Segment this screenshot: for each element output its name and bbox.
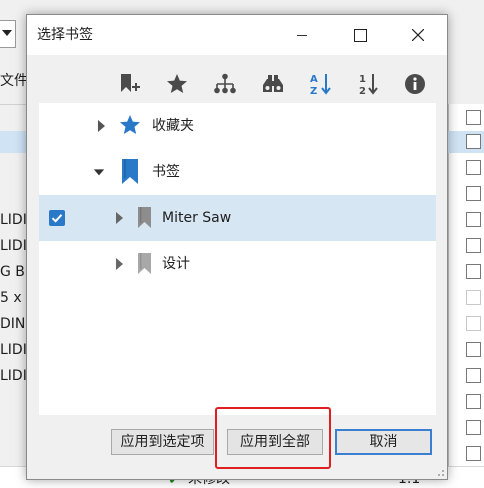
close-icon: [412, 29, 424, 41]
dialog-title: 选择书签: [37, 27, 93, 43]
tree-node-favorites[interactable]: 收藏夹: [39, 103, 436, 149]
select-bookmark-dialog: 选择书签 A Z 1 2 收藏夹 书签 Miter Saw 设计 应用到选定项 …: [26, 14, 448, 480]
collapse-arrow-icon[interactable]: [93, 165, 105, 179]
chevron-down-icon: [2, 30, 12, 36]
bookmark-panel: A Z 1 2 收藏夹 书签 Miter Saw 设计: [39, 65, 436, 415]
tree-node-label: 设计: [162, 256, 190, 272]
background-checkbox[interactable]: [466, 186, 481, 201]
bookmark-toolbar: A Z 1 2: [39, 65, 436, 103]
background-checkbox[interactable]: [466, 110, 481, 125]
sort-az-icon: A Z: [310, 74, 331, 96]
highlight-annotation: [215, 407, 331, 469]
tree-node-design[interactable]: 设计: [39, 241, 436, 287]
background-right-header: [448, 0, 484, 108]
background-checkbox[interactable]: [466, 134, 481, 149]
sort-12-icon: 1 2: [359, 74, 378, 96]
background-checkbox[interactable]: [466, 212, 481, 227]
hierarchy-button[interactable]: [211, 71, 239, 97]
cancel-button[interactable]: 取消: [335, 429, 432, 455]
tree-node-miter-saw[interactable]: Miter Saw: [39, 195, 436, 241]
bookmark-icon: [138, 253, 151, 274]
bookmark-icon: [138, 207, 151, 228]
background-checkbox[interactable]: [466, 446, 481, 461]
tree-node-label: 收藏夹: [152, 118, 194, 134]
add-bookmark-button[interactable]: [115, 71, 143, 97]
background-checkbox[interactable]: [466, 316, 481, 331]
expand-arrow-icon[interactable]: [113, 211, 125, 225]
node-checkbox[interactable]: [49, 210, 65, 226]
expand-arrow-icon[interactable]: [95, 119, 107, 133]
binoculars-icon: [263, 75, 283, 92]
sort-numeric-button[interactable]: 1 2: [355, 71, 383, 97]
bookmark-icon: [122, 159, 138, 184]
background-selected-row: [0, 131, 26, 153]
background-checkbox[interactable]: [466, 264, 481, 279]
tree-node-label: 书签: [152, 164, 180, 180]
svg-text:1: 1: [359, 74, 366, 85]
sort-alphabetical-button[interactable]: A Z: [307, 71, 335, 97]
bookmark-tree: 收藏夹 书签 Miter Saw 设计: [39, 103, 436, 415]
background-checkbox[interactable]: [466, 368, 481, 383]
background-checkbox[interactable]: [466, 394, 481, 409]
background-checkbox[interactable]: [466, 290, 481, 305]
background-checkbox[interactable]: [466, 238, 481, 253]
info-button[interactable]: [401, 71, 429, 97]
apply-to-selected-button[interactable]: 应用到选定项: [111, 429, 214, 455]
star-icon: [167, 74, 187, 93]
svg-text:2: 2: [359, 86, 366, 96]
find-button[interactable]: [259, 71, 287, 97]
resize-grip-icon[interactable]: [435, 467, 445, 477]
background-checkbox[interactable]: [466, 342, 481, 357]
svg-text:A: A: [310, 74, 318, 85]
add-bookmark-icon: [121, 74, 140, 92]
minimize-button[interactable]: [279, 15, 325, 55]
background-dropdown[interactable]: [0, 20, 16, 48]
expand-arrow-icon[interactable]: [113, 257, 125, 271]
favorites-button[interactable]: [163, 71, 191, 97]
tree-node-label: Miter Saw: [162, 210, 232, 226]
dialog-titlebar[interactable]: 选择书签: [27, 15, 447, 55]
close-button[interactable]: [395, 15, 441, 55]
star-icon: [120, 115, 140, 134]
background-checkbox[interactable]: [466, 420, 481, 435]
background-checkbox[interactable]: [466, 160, 481, 175]
info-icon: [405, 74, 425, 94]
hierarchy-icon: [214, 73, 236, 94]
tree-node-bookmarks[interactable]: 书签: [39, 149, 436, 195]
svg-text:Z: Z: [310, 86, 317, 96]
maximize-button[interactable]: [337, 15, 383, 55]
check-icon: [51, 214, 63, 223]
